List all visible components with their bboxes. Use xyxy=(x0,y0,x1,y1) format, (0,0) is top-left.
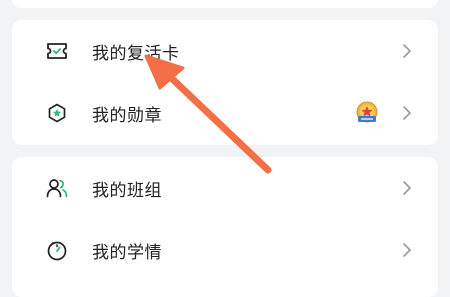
menu-item-medals[interactable]: 我的勋章 xyxy=(12,82,438,144)
chevron-right-icon xyxy=(403,44,411,58)
menu-item-revival-card[interactable]: 我的复活卡 xyxy=(12,20,438,82)
menu-item-label: 我的学情 xyxy=(92,242,162,263)
chevron-right-icon xyxy=(403,106,411,120)
menu-item-label: 我的班组 xyxy=(92,180,162,201)
menu-item-label: 我的勋章 xyxy=(92,105,162,126)
medal-icon xyxy=(46,102,68,124)
star-badge-icon xyxy=(356,101,378,123)
chevron-right-icon xyxy=(403,181,411,195)
previous-menu-card xyxy=(12,0,438,8)
ticket-icon xyxy=(46,40,68,62)
menu-card-study: 我的班组 我的学情 xyxy=(12,157,438,297)
menu-item-study-status[interactable]: 我的学情 xyxy=(12,219,438,281)
stopwatch-icon xyxy=(46,239,68,261)
menu-item-label: 我的复活卡 xyxy=(92,43,180,64)
group-users-icon xyxy=(46,177,68,199)
menu-item-class-group[interactable]: 我的班组 xyxy=(12,157,438,219)
chevron-right-icon xyxy=(403,243,411,257)
menu-card-rewards: 我的复活卡 我的勋章 xyxy=(12,20,438,145)
